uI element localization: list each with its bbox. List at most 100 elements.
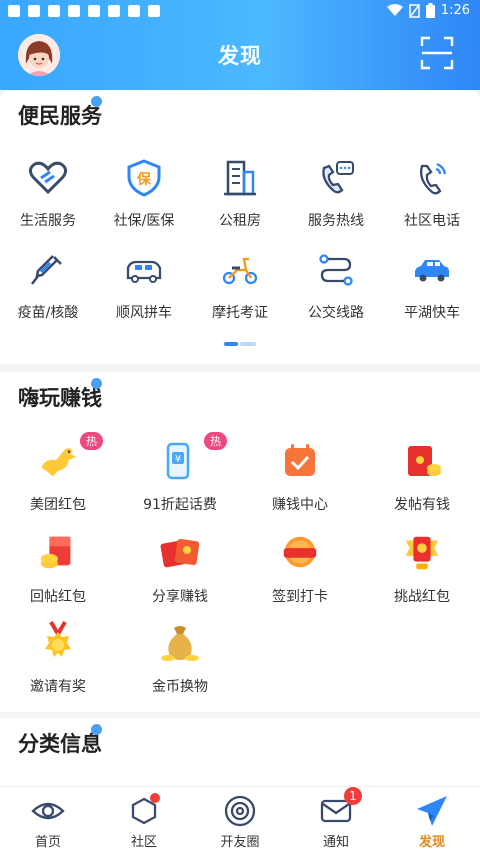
sign-in-badge-icon: [283, 536, 317, 568]
red-envelopes-icon: [160, 538, 200, 568]
classified-section: 分类信息: [0, 718, 480, 788]
service-label: 生活服务: [20, 213, 76, 229]
eye-icon: [31, 802, 65, 820]
scan-icon[interactable]: [420, 36, 454, 70]
service-label: 社区电话: [404, 213, 460, 229]
tab-label: 社区: [130, 835, 157, 850]
wifi-icon: [386, 4, 403, 16]
notification-icon: [8, 5, 20, 17]
tab-label: 通知: [322, 835, 349, 850]
car-icon: [415, 260, 449, 282]
section-title: 嗨玩赚钱: [18, 386, 102, 410]
page-indicator: [224, 342, 256, 346]
earn-phone-bill[interactable]: ¥ 热 91折起话费: [128, 432, 232, 514]
medal-icon: [45, 620, 71, 657]
tab-label: 开友圈: [220, 835, 260, 850]
battery-icon: [425, 3, 435, 18]
service-label: 顺风拼车: [116, 305, 172, 321]
status-time: 1:26: [440, 3, 470, 18]
service-label: 公交线路: [308, 305, 364, 321]
red-envelope-coins-icon: [408, 446, 441, 476]
tab-community[interactable]: 社区: [96, 793, 192, 850]
page-title: 发现: [218, 44, 262, 68]
status-bar: 1:26: [0, 0, 480, 24]
phone-chat-icon: [322, 161, 354, 194]
earn-label: 邀请有奖: [30, 679, 86, 695]
kangaroo-icon: [41, 448, 77, 477]
hot-badge: 热: [80, 432, 103, 450]
earn-center[interactable]: 赚钱中心: [250, 438, 350, 514]
earn-share[interactable]: 分享赚钱: [130, 530, 230, 606]
service-public-housing[interactable]: 公租房: [192, 156, 288, 230]
route-icon: [319, 254, 353, 286]
service-label: 摩托考证: [212, 305, 268, 321]
section-dot: [91, 378, 102, 389]
hot-badge: 热: [204, 432, 227, 450]
tab-label: 首页: [34, 835, 61, 850]
earn-label: 分享赚钱: [152, 589, 208, 605]
notification-icon: [48, 5, 60, 17]
earn-reply-packet[interactable]: 回帖红包: [8, 530, 108, 606]
service-bus-route[interactable]: 公交线路: [288, 248, 384, 322]
convenience-section: 便民服务 生活服务 保 社保/医保 公租房 服务热线 社区电话 疫苗/核酸 顺风…: [0, 90, 480, 364]
shield-bao-icon: 保: [127, 159, 161, 197]
service-social-insurance[interactable]: 保 社保/医保: [96, 156, 192, 230]
tab-home[interactable]: 首页: [0, 793, 96, 850]
earn-label: 美团红包: [30, 497, 86, 513]
calendar-check-icon: [285, 444, 315, 476]
trophy-envelope-icon: [405, 536, 439, 570]
earn-post-money[interactable]: 发帖有钱: [372, 438, 472, 514]
service-label: 社保/医保: [113, 213, 175, 229]
notification-icon: [88, 5, 100, 17]
svg-text:保: 保: [136, 171, 152, 188]
earn-section: 嗨玩赚钱 热 美团红包 ¥ 热 91折起话费 赚钱中心 发帖有钱 回帖红包 分享…: [0, 372, 480, 712]
section-title: 便民服务: [18, 104, 102, 128]
sim-icon: [409, 3, 420, 18]
notification-icon: [108, 5, 120, 17]
service-express-car[interactable]: 平湖快车: [384, 248, 480, 322]
earn-invite[interactable]: 邀请有奖: [8, 620, 108, 696]
earn-label: 挑战红包: [394, 589, 450, 605]
tab-discover[interactable]: 发现: [384, 793, 480, 850]
van-icon: [126, 260, 162, 283]
bottom-tab-bar: 首页 社区 开友圈 1 通知 发现: [0, 786, 480, 855]
unread-dot: [150, 793, 160, 803]
earn-challenge[interactable]: 挑战红包: [372, 530, 472, 606]
paper-plane-icon: [417, 796, 447, 826]
building-icon: [224, 160, 256, 196]
service-motorbike-license[interactable]: 摩托考证: [192, 248, 288, 322]
earn-label: 回帖红包: [30, 589, 86, 605]
tab-notifications[interactable]: 1 通知: [288, 787, 384, 850]
earn-meituan[interactable]: 热 美团红包: [8, 432, 108, 514]
section-dot: [91, 724, 102, 735]
money-bag-icon: [161, 626, 199, 661]
spiral-icon: [224, 795, 256, 827]
earn-label: 发帖有钱: [394, 497, 450, 513]
section-dot: [91, 96, 102, 107]
tab-label: 发现: [418, 835, 445, 850]
section-title: 分类信息: [18, 732, 102, 756]
service-vaccine[interactable]: 疫苗/核酸: [0, 248, 96, 322]
notification-icon: [28, 5, 40, 17]
earn-label: 金币换物: [152, 679, 208, 695]
phone-call-icon: [419, 162, 447, 195]
service-label: 平湖快车: [404, 305, 460, 321]
notification-icon: [68, 5, 80, 17]
service-community-phone[interactable]: 社区电话: [384, 156, 480, 230]
service-carpool[interactable]: 顺风拼车: [96, 248, 192, 322]
earn-coin-exchange[interactable]: 金币换物: [130, 620, 230, 696]
service-hotline[interactable]: 服务热线: [288, 156, 384, 230]
service-life[interactable]: 生活服务: [0, 156, 96, 230]
red-packet-coins-icon: [40, 536, 71, 569]
syringe-icon: [31, 255, 62, 285]
header-bar: 1:26 发现: [0, 0, 480, 90]
earn-checkin[interactable]: 签到打卡: [250, 530, 350, 606]
phone-yuan-icon: ¥: [166, 442, 190, 480]
earn-label: 赚钱中心: [272, 497, 328, 513]
service-label: 公租房: [219, 213, 261, 229]
earn-label: 签到打卡: [272, 589, 328, 605]
earn-label: 91折起话费: [143, 497, 217, 513]
scooter-icon: [222, 257, 258, 285]
tab-friend-circle[interactable]: 开友圈: [192, 793, 288, 850]
service-label: 疫苗/核酸: [17, 305, 79, 321]
